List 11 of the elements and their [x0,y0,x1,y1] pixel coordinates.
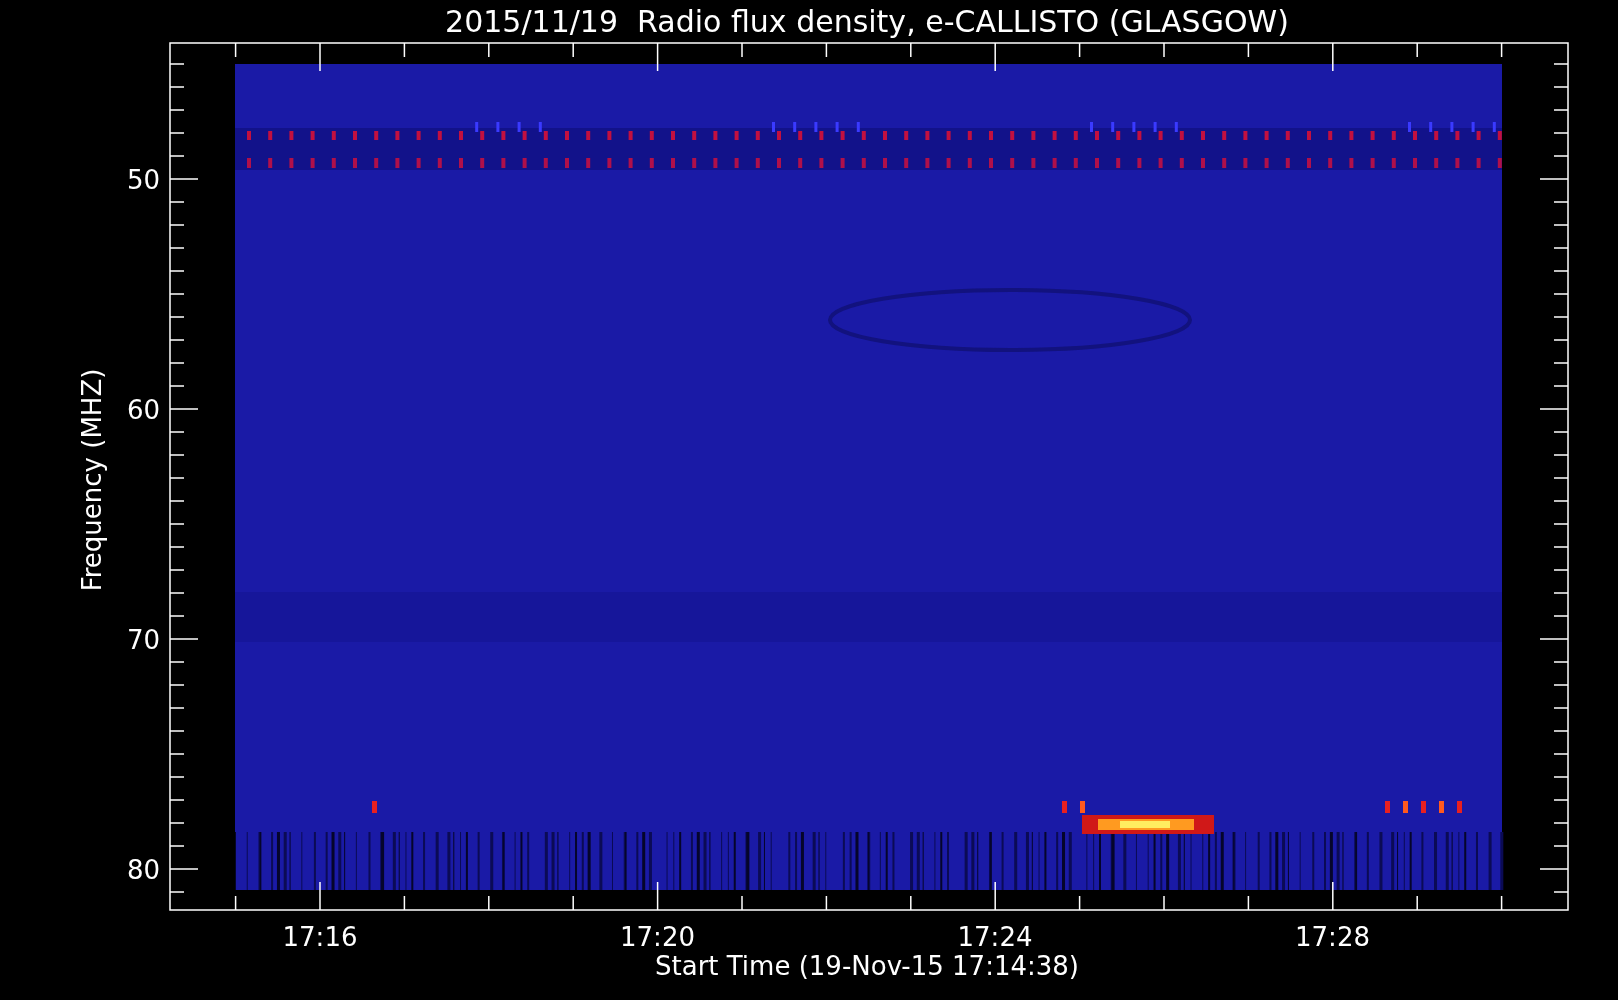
y-tick-label: 50 [126,165,160,195]
chart-title: 2015/11/19 Radio flux density, e-CALLISTO (GLASGOW) [445,4,1289,39]
x-tick-label: 17:28 [1295,922,1370,952]
y-axis-title: Frequency (MHZ) [77,368,107,592]
x-tick-label: 17:16 [282,922,358,952]
y-tick-label: 80 [126,855,160,885]
x-tick-label: 17:20 [620,922,695,952]
x-tick-label: 17:24 [957,922,1033,952]
y-tick-label: 70 [126,625,160,655]
x-axis-title: Start Time (19-Nov-15 17:14:38) [655,951,1079,981]
y-tick-label: 60 [126,395,160,425]
